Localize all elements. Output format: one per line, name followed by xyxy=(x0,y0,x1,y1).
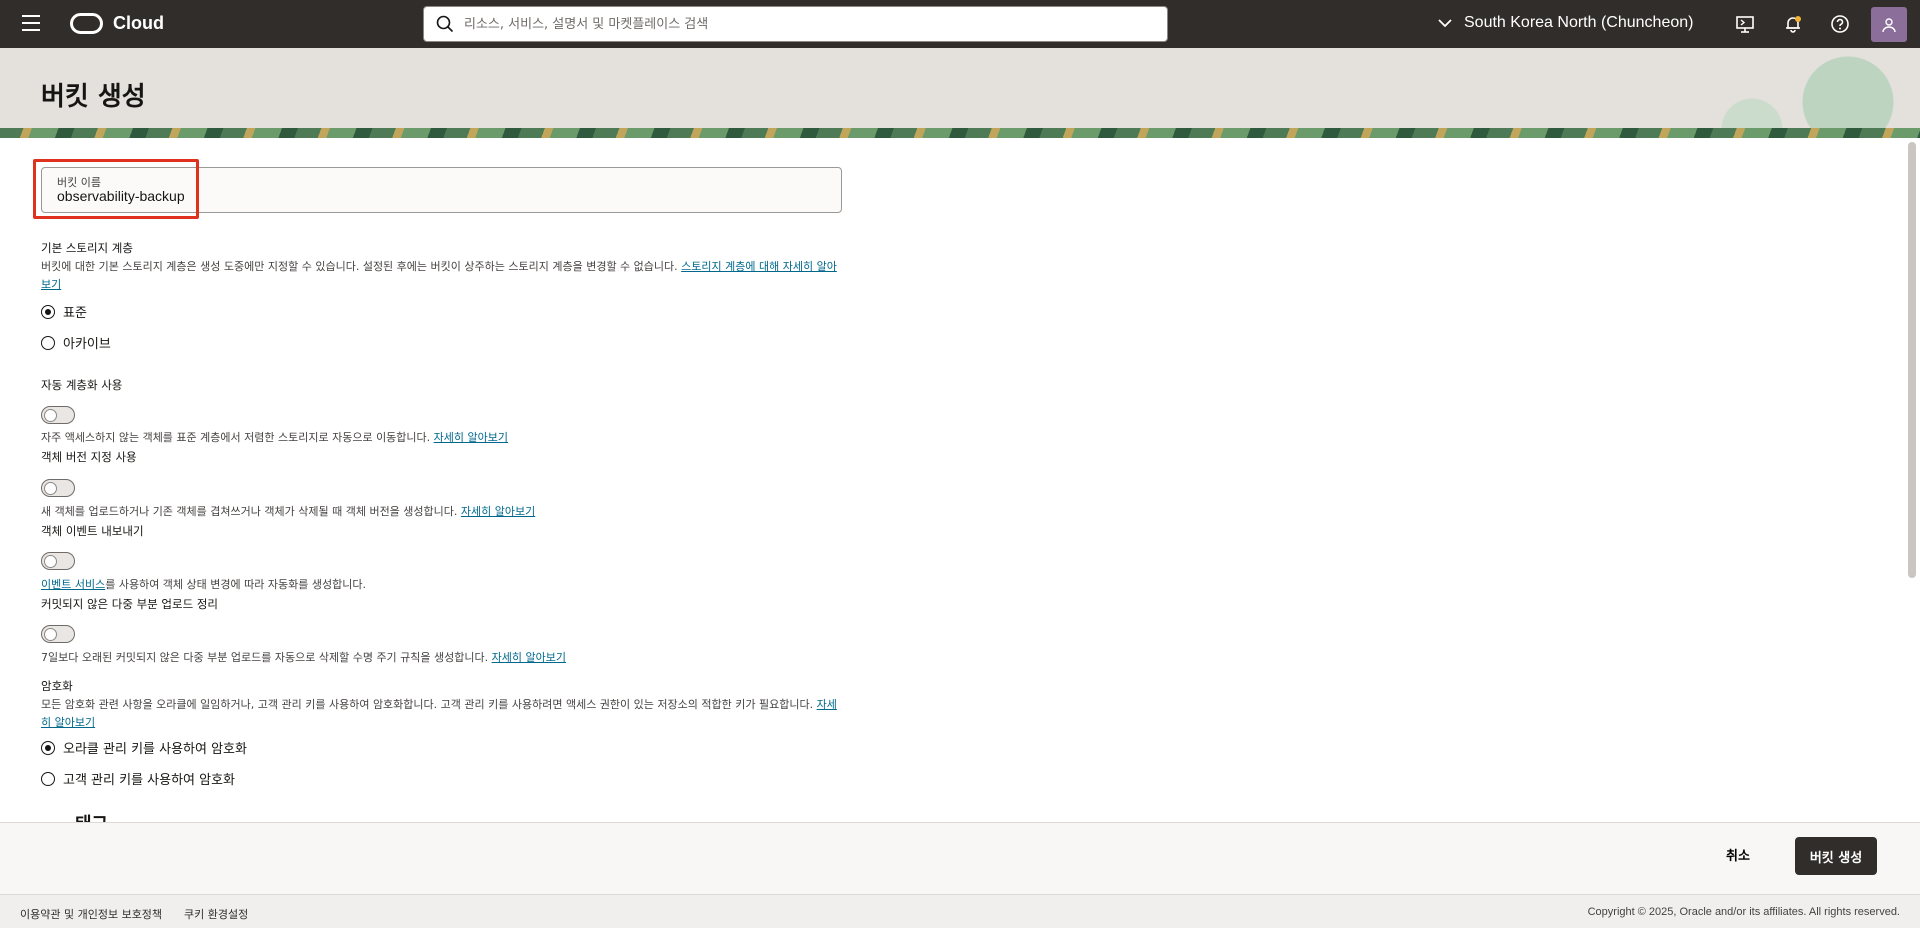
cookie-preferences-link[interactable]: 쿠키 환경설정 xyxy=(184,906,248,922)
multipart-cleanup-title: 커밋되지 않은 다중 부분 업로드 정리 xyxy=(41,597,218,611)
page-title: 버킷 생성 xyxy=(41,82,146,112)
brand-label: Cloud xyxy=(113,13,164,33)
chevron-down-icon xyxy=(1438,19,1452,28)
object-events-toggle[interactable] xyxy=(41,552,75,570)
radio-customer-managed-key[interactable]: 고객 관리 키를 사용하여 암호화 xyxy=(41,769,235,788)
oracle-cloud-logo[interactable]: Cloud xyxy=(70,13,164,34)
terms-privacy-link[interactable]: 이용약관 및 개인정보 보호정책 xyxy=(20,906,162,922)
auto-tiering-title: 자동 계층화 사용 xyxy=(41,378,123,392)
cleanup-learn-more-link[interactable]: 자세히 알아보기 xyxy=(492,651,566,664)
storage-tier-description: 버킷에 대한 기본 스토리지 계층은 생성 도중에만 지정할 수 있습니다. 설… xyxy=(41,260,837,291)
radio-archive-indicator[interactable] xyxy=(41,335,55,350)
encryption-title: 암호화 xyxy=(41,679,73,693)
create-bucket-form: 버킷 이름 기본 스토리지 계층 버킷에 대한 기본 스토리지 계층은 생성 도… xyxy=(0,138,1920,822)
auto-tiering-toggle[interactable] xyxy=(41,406,75,424)
radio-customer-key-label: 고객 관리 키를 사용하여 암호화 xyxy=(63,773,236,788)
copyright-text: Copyright © 2025, Oracle and/or its affi… xyxy=(1587,906,1900,918)
page-header-banner: 버킷 생성 xyxy=(0,48,1920,138)
radio-oracle-key-indicator[interactable] xyxy=(41,740,55,755)
cancel-button[interactable]: 취소 xyxy=(1726,845,1750,864)
form-action-bar: 취소 버킷 생성 xyxy=(0,822,1920,894)
storage-tier-title: 기본 스토리지 계층 xyxy=(41,241,133,255)
object-events-description: 이벤트 서비스를 사용하여 객체 상태 변경에 따라 자동화를 생성합니다. xyxy=(41,578,366,591)
radio-customer-key-indicator[interactable] xyxy=(41,771,55,786)
highlight-annotation-box xyxy=(33,159,199,219)
multipart-cleanup-description: 7일보다 오래된 커밋되지 않은 다중 부분 업로드를 자동으로 삭제할 수명 … xyxy=(41,651,566,664)
object-events-title: 객체 이벤트 내보내기 xyxy=(41,524,144,538)
top-navigation-bar: Cloud South Korea North (Chuncheon) xyxy=(0,0,1920,48)
menu-icon[interactable] xyxy=(22,15,46,33)
cloud-shell-icon[interactable] xyxy=(1735,14,1755,34)
multipart-cleanup-toggle[interactable] xyxy=(41,625,75,643)
events-service-link[interactable]: 이벤트 서비스 xyxy=(41,578,105,591)
versioning-toggle[interactable] xyxy=(41,479,75,497)
versioning-title: 객체 버전 지정 사용 xyxy=(41,450,137,464)
vertical-scrollbar[interactable] xyxy=(1908,142,1916,578)
help-icon[interactable] xyxy=(1830,14,1850,34)
encryption-description: 모든 암호화 관련 사항을 오라클에 일임하거나, 고객 관리 키를 사용하여 … xyxy=(41,698,837,729)
radio-standard-indicator[interactable] xyxy=(41,304,55,319)
tags-section-title: 태그 xyxy=(75,810,108,822)
radio-archive-label: 아카이브 xyxy=(63,337,111,352)
user-icon xyxy=(1882,17,1896,32)
search-icon xyxy=(436,15,454,33)
auto-tiering-description: 자주 액세스하지 않는 객체를 표준 계층에서 저렴한 스토리지로 자동으로 이… xyxy=(41,431,509,444)
auto-tiering-learn-more-link[interactable]: 자세히 알아보기 xyxy=(434,431,508,444)
versioning-description: 새 객체를 업로드하거나 기존 객체를 겹쳐쓰거나 객체가 삭제될 때 객체 버… xyxy=(41,505,536,518)
radio-archive[interactable]: 아카이브 xyxy=(41,333,111,352)
user-profile-button[interactable] xyxy=(1871,7,1907,42)
search-input[interactable] xyxy=(464,16,1144,32)
region-selector[interactable]: South Korea North (Chuncheon) xyxy=(1438,14,1693,32)
oracle-logo-icon xyxy=(70,13,103,34)
decorative-pattern xyxy=(1680,48,1920,138)
radio-oracle-key-label: 오라클 관리 키를 사용하여 암호화 xyxy=(63,742,247,757)
notification-bell-icon[interactable] xyxy=(1783,14,1803,34)
radio-standard[interactable]: 표준 xyxy=(41,302,87,321)
radio-standard-label: 표준 xyxy=(63,306,87,321)
region-label: South Korea North (Chuncheon) xyxy=(1464,14,1694,31)
versioning-learn-more-link[interactable]: 자세히 알아보기 xyxy=(461,505,535,518)
legal-footer: 이용약관 및 개인정보 보호정책 쿠키 환경설정 Copyright © 202… xyxy=(0,894,1920,928)
global-search[interactable] xyxy=(423,6,1168,42)
create-bucket-button[interactable]: 버킷 생성 xyxy=(1795,837,1877,875)
radio-oracle-managed-key[interactable]: 오라클 관리 키를 사용하여 암호화 xyxy=(41,738,247,757)
decorative-strip xyxy=(0,128,1920,138)
